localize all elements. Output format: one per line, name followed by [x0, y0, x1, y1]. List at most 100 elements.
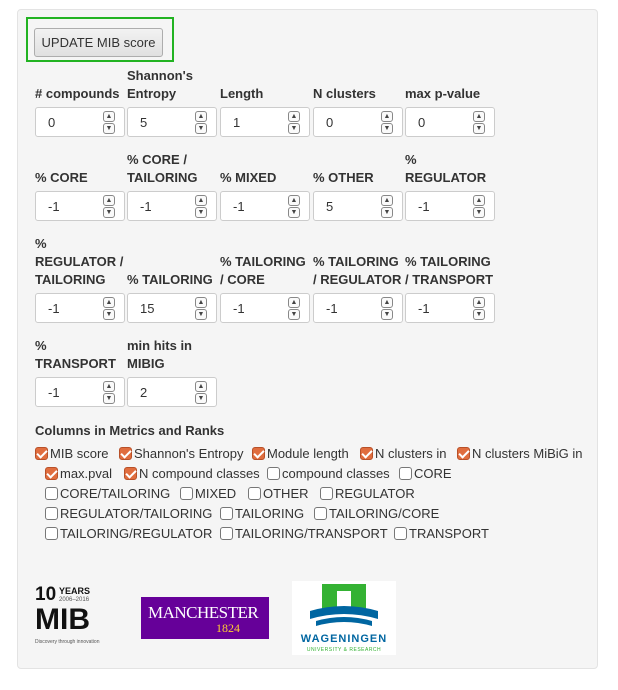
spin-down-icon[interactable]: ▼ [381, 207, 393, 218]
shannon-value: 5 [140, 115, 148, 130]
tailoring-transport-input[interactable]: -1 ▲ ▼ [405, 293, 495, 323]
spin-down-icon[interactable]: ▼ [103, 123, 115, 134]
checkbox-icon[interactable] [119, 447, 132, 460]
checkbox-mib-score[interactable]: MIB score [35, 445, 109, 463]
checkbox-icon[interactable] [45, 507, 58, 520]
checkbox-n-clusters-in[interactable]: N clusters in [360, 445, 447, 463]
update-mib-button[interactable]: UPDATE MIB score [34, 28, 163, 57]
shannon-entropy-input[interactable]: 5 ▲ ▼ [127, 107, 217, 137]
checkbox-icon[interactable] [360, 447, 373, 460]
checkbox-other[interactable]: OTHER [248, 485, 309, 503]
checkbox-label: TAILORING/REGULATOR [60, 526, 213, 541]
spin-down-icon[interactable]: ▼ [195, 123, 207, 134]
label-core-tailoring: % CORE / TAILORING [127, 152, 198, 185]
core-input[interactable]: -1 ▲ ▼ [35, 191, 125, 221]
compounds-value: 0 [48, 115, 56, 130]
spin-down-icon[interactable]: ▼ [195, 393, 207, 404]
checkbox-max-pval[interactable]: max.pval [45, 465, 112, 483]
mib-logo-name: MIB [35, 603, 90, 636]
checkbox-icon[interactable] [45, 527, 58, 540]
spin-up-icon[interactable]: ▲ [381, 297, 393, 308]
checkbox-core-tailoring[interactable]: CORE/TAILORING [45, 485, 170, 503]
other-input[interactable]: 5 ▲ ▼ [313, 191, 403, 221]
checkbox-icon[interactable] [124, 467, 137, 480]
spin-up-icon[interactable]: ▲ [103, 195, 115, 206]
spin-down-icon[interactable]: ▼ [381, 309, 393, 320]
checkbox-icon[interactable] [394, 527, 407, 540]
checkbox-module-length[interactable]: Module length [252, 445, 349, 463]
checkbox-regulator-tailoring[interactable]: REGULATOR/TAILORING [45, 505, 212, 523]
spin-up-icon[interactable]: ▲ [288, 297, 300, 308]
spin-up-icon[interactable]: ▲ [103, 381, 115, 392]
spin-down-icon[interactable]: ▼ [473, 207, 485, 218]
spin-down-icon[interactable]: ▼ [103, 309, 115, 320]
checkbox-icon[interactable] [267, 467, 280, 480]
spin-up-icon[interactable]: ▲ [288, 111, 300, 122]
mib-logo-tagline: Discovery through innovation [35, 639, 100, 645]
spin-up-icon[interactable]: ▲ [288, 195, 300, 206]
spin-down-icon[interactable]: ▼ [103, 207, 115, 218]
checkbox-mixed[interactable]: MIXED [180, 485, 236, 503]
spin-down-icon[interactable]: ▼ [103, 393, 115, 404]
min-hits-input[interactable]: 2 ▲ ▼ [127, 377, 217, 407]
core-tailoring-input[interactable]: -1 ▲ ▼ [127, 191, 217, 221]
checkbox-icon[interactable] [457, 447, 470, 460]
spin-down-icon[interactable]: ▼ [195, 309, 207, 320]
tailoring-core-input[interactable]: -1 ▲ ▼ [220, 293, 310, 323]
checkbox-icon[interactable] [252, 447, 265, 460]
n-clusters-input[interactable]: 0 ▲ ▼ [313, 107, 403, 137]
tailoring-input[interactable]: 15 ▲ ▼ [127, 293, 217, 323]
spin-up-icon[interactable]: ▲ [381, 111, 393, 122]
spin-down-icon[interactable]: ▼ [195, 207, 207, 218]
length-input[interactable]: 1 ▲ ▼ [220, 107, 310, 137]
checkbox-label: max.pval [60, 466, 113, 481]
checkbox-label: REGULATOR/TAILORING [60, 506, 213, 521]
spin-up-icon[interactable]: ▲ [195, 381, 207, 392]
checkbox-icon[interactable] [220, 507, 233, 520]
transport-input[interactable]: -1 ▲ ▼ [35, 377, 125, 407]
checkbox-tailoring[interactable]: TAILORING [220, 505, 304, 523]
spin-down-icon[interactable]: ▼ [473, 309, 485, 320]
spin-up-icon[interactable]: ▲ [473, 297, 485, 308]
spin-up-icon[interactable]: ▲ [195, 195, 207, 206]
spin-up-icon[interactable]: ▲ [381, 195, 393, 206]
checkbox-label: MIXED [195, 486, 237, 501]
checkbox-n-compound-classes[interactable]: N compound classes [124, 465, 260, 483]
tailoring-regulator-input[interactable]: -1 ▲ ▼ [313, 293, 403, 323]
checkbox-tailoring-transport[interactable]: TAILORING/TRANSPORT [220, 525, 388, 543]
regulator-input[interactable]: -1 ▲ ▼ [405, 191, 495, 221]
checkbox-icon[interactable] [180, 487, 193, 500]
spin-up-icon[interactable]: ▲ [195, 297, 207, 308]
max-pvalue-input[interactable]: 0 ▲ ▼ [405, 107, 495, 137]
spin-down-icon[interactable]: ▼ [288, 309, 300, 320]
spin-up-icon[interactable]: ▲ [473, 111, 485, 122]
spin-down-icon[interactable]: ▼ [288, 123, 300, 134]
checkbox-transport[interactable]: TRANSPORT [394, 525, 489, 543]
regulator-tailoring-input[interactable]: -1 ▲ ▼ [35, 293, 125, 323]
checkbox-icon[interactable] [45, 467, 58, 480]
checkbox-icon[interactable] [314, 507, 327, 520]
spin-down-icon[interactable]: ▼ [473, 123, 485, 134]
spin-up-icon[interactable]: ▲ [103, 111, 115, 122]
checkbox-icon[interactable] [248, 487, 261, 500]
checkbox-icon[interactable] [399, 467, 412, 480]
compounds-input[interactable]: 0 ▲ ▼ [35, 107, 125, 137]
spin-up-icon[interactable]: ▲ [195, 111, 207, 122]
checkbox-regulator[interactable]: REGULATOR [320, 485, 415, 503]
checkbox-core[interactable]: CORE [399, 465, 452, 483]
spin-up-icon[interactable]: ▲ [103, 297, 115, 308]
checkbox-n-clusters-mibig-in[interactable]: N clusters MiBiG in [457, 445, 583, 463]
spin-up-icon[interactable]: ▲ [473, 195, 485, 206]
checkbox-shannons-entropy[interactable]: Shannon's Entropy [119, 445, 243, 463]
checkbox-tailoring-regulator[interactable]: TAILORING/REGULATOR [45, 525, 212, 543]
checkbox-icon[interactable] [320, 487, 333, 500]
checkbox-label: TAILORING [235, 506, 305, 521]
spin-down-icon[interactable]: ▼ [288, 207, 300, 218]
spin-down-icon[interactable]: ▼ [381, 123, 393, 134]
checkbox-compound-classes[interactable]: compound classes [267, 465, 390, 483]
mixed-input[interactable]: -1 ▲ ▼ [220, 191, 310, 221]
checkbox-icon[interactable] [35, 447, 48, 460]
checkbox-icon[interactable] [45, 487, 58, 500]
checkbox-icon[interactable] [220, 527, 233, 540]
checkbox-tailoring-core[interactable]: TAILORING/CORE [314, 505, 439, 523]
